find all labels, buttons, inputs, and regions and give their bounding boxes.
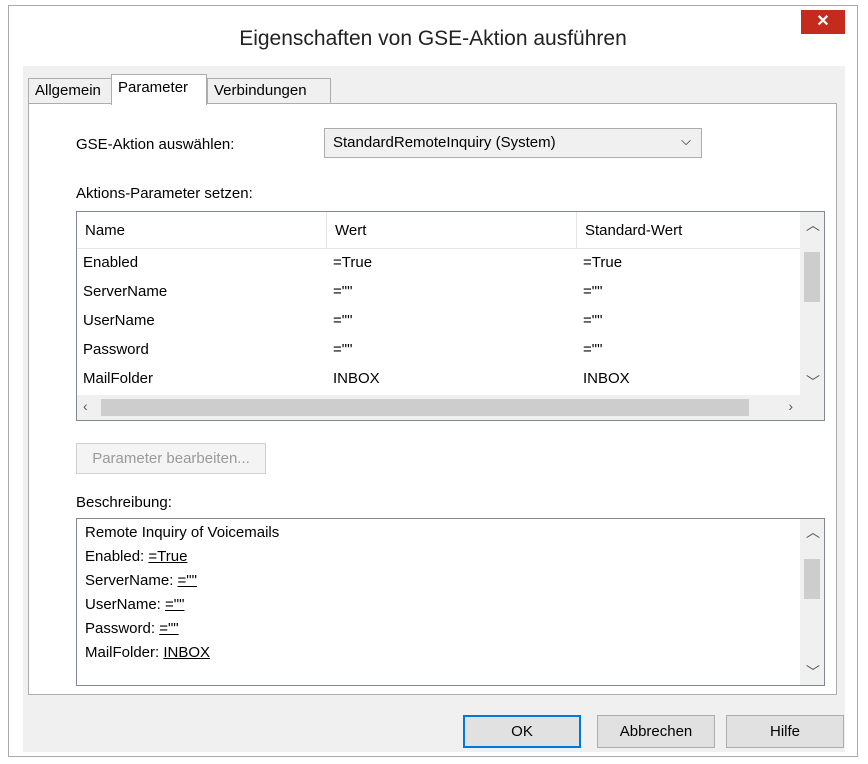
cell-name: ServerName (83, 283, 168, 300)
description-line: ServerName: ="" (85, 572, 197, 589)
cell-default: ="" (583, 341, 603, 358)
scroll-down-icon[interactable]: ﹀ (806, 372, 820, 392)
window-title: Eigenschaften von GSE-Aktion ausführen (239, 27, 627, 50)
dialog-window: Eigenschaften von GSE-Aktion ausführen ✕… (8, 5, 858, 757)
scroll-thumb[interactable] (804, 559, 820, 599)
scroll-up-icon[interactable]: ︿ (806, 215, 820, 235)
cancel-button[interactable]: Abbrechen (597, 715, 715, 748)
ok-button[interactable]: OK (463, 715, 581, 748)
params-horizontal-scrollbar[interactable]: ‹ › (77, 395, 801, 420)
chevron-down-icon: ⌵ (681, 133, 691, 148)
dialog-client: Allgemein Parameter Verbindungen GSE-Akt… (23, 66, 845, 752)
cell-value: INBOX (333, 370, 380, 387)
scroll-down-icon[interactable]: ﹀ (806, 662, 820, 682)
help-button[interactable]: Hilfe (726, 715, 844, 748)
description-line: Password: ="" (85, 620, 179, 637)
close-icon: ✕ (816, 13, 830, 30)
gse-action-value: StandardRemoteInquiry (System) (333, 134, 556, 151)
table-row[interactable]: MailFolder INBOX INBOX (77, 364, 801, 393)
description-scrollbar[interactable]: ︿ ﹀ (800, 519, 824, 685)
column-header-default[interactable]: Standard-Wert (577, 212, 801, 248)
cell-name: MailFolder (83, 370, 154, 387)
description-line: MailFolder: INBOX (85, 644, 211, 661)
description-link[interactable]: ="" (178, 572, 197, 589)
edit-parameter-button[interactable]: Parameter bearbeiten... (76, 443, 266, 474)
cell-value: =True (333, 254, 373, 271)
tab-panel-parameter: GSE-Aktion auswählen: StandardRemoteInqu… (28, 103, 837, 695)
params-vertical-scrollbar[interactable]: ︿ ﹀ (800, 212, 824, 395)
description-label: Beschreibung: (76, 494, 172, 511)
column-header-name[interactable]: Name (77, 212, 327, 248)
table-row[interactable]: Enabled =True =True (77, 248, 801, 277)
gse-action-label: GSE-Aktion auswählen: (76, 136, 235, 153)
params-header: Name Wert Standard-Wert (77, 212, 801, 249)
tab-bar: Allgemein Parameter Verbindungen (23, 66, 845, 105)
scroll-right-icon[interactable]: › (788, 398, 793, 414)
tab-verbindungen[interactable]: Verbindungen (207, 78, 331, 103)
tab-parameter[interactable]: Parameter (111, 74, 207, 105)
description-line: UserName: ="" (85, 596, 185, 613)
cell-name: Password (83, 341, 149, 358)
cell-name: UserName (83, 312, 155, 329)
cell-default: ="" (583, 283, 603, 300)
description-link[interactable]: ="" (165, 596, 184, 613)
table-row[interactable]: ServerName ="" ="" (77, 277, 801, 306)
description-line: Enabled: =True (85, 548, 188, 565)
scroll-thumb[interactable] (101, 399, 749, 416)
description-title: Remote Inquiry of Voicemails (85, 524, 280, 541)
cell-value: ="" (333, 341, 353, 358)
cell-default: ="" (583, 312, 603, 329)
cell-default: INBOX (583, 370, 630, 387)
cell-name: Enabled (83, 254, 139, 271)
close-button[interactable]: ✕ (801, 10, 845, 34)
cell-value: ="" (333, 283, 353, 300)
scroll-up-icon[interactable]: ︿ (806, 522, 820, 542)
scroll-thumb[interactable] (804, 252, 820, 302)
params-label: Aktions-Parameter setzen: (76, 185, 253, 202)
description-link[interactable]: ="" (159, 620, 178, 637)
description-link[interactable]: INBOX (163, 644, 210, 661)
cell-value: ="" (333, 312, 353, 329)
scroll-corner (800, 395, 824, 420)
params-list[interactable]: Name Wert Standard-Wert Enabled =True =T… (76, 211, 825, 421)
description-box[interactable]: Remote Inquiry of Voicemails Enabled: =T… (76, 518, 825, 686)
table-row[interactable]: UserName ="" ="" (77, 306, 801, 335)
table-row[interactable]: Password ="" ="" (77, 335, 801, 364)
description-link[interactable]: =True (148, 548, 187, 565)
scroll-left-icon[interactable]: ‹ (83, 398, 88, 414)
gse-action-select[interactable]: StandardRemoteInquiry (System) ⌵ (324, 128, 702, 158)
cell-default: =True (583, 254, 623, 271)
tab-allgemein[interactable]: Allgemein (28, 78, 112, 103)
column-header-value[interactable]: Wert (327, 212, 577, 248)
